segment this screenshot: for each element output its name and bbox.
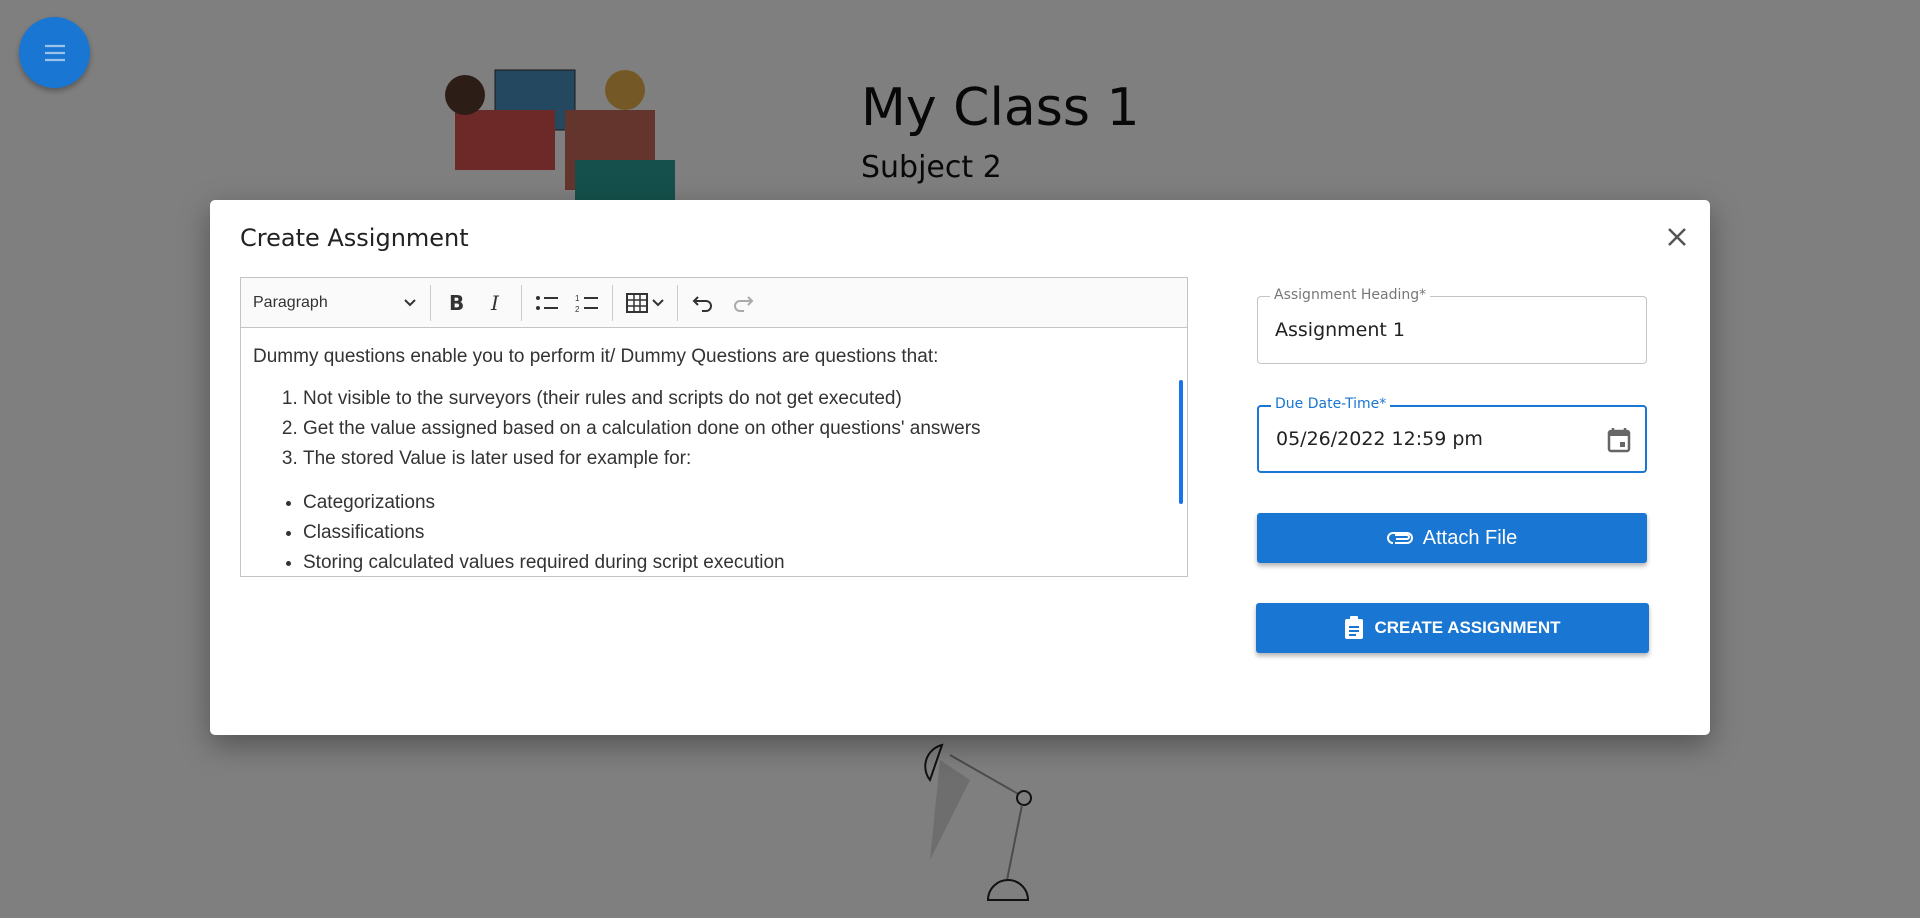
chevron-down-icon bbox=[652, 298, 664, 306]
create-assignment-label: CREATE ASSIGNMENT bbox=[1374, 618, 1561, 637]
due-date-field[interactable]: Due Date-Time* 05/26/2022 12:59 pm bbox=[1257, 396, 1647, 473]
editor-scrollbar[interactable] bbox=[1179, 380, 1183, 504]
svg-text:1: 1 bbox=[575, 294, 580, 303]
create-assignment-button[interactable]: CREATE ASSIGNMENT bbox=[1256, 603, 1649, 653]
paperclip-icon bbox=[1386, 532, 1413, 544]
menu-button[interactable] bbox=[19, 17, 90, 88]
list-item: Categorizations bbox=[303, 488, 1175, 518]
due-date-label: Due Date-Time* bbox=[1271, 396, 1391, 412]
bold-button[interactable]: B bbox=[438, 285, 474, 321]
list-item: Not visible to the surveyors (their rule… bbox=[303, 384, 1175, 414]
bulleted-list-icon bbox=[536, 295, 558, 310]
due-date-input[interactable]: 05/26/2022 12:59 pm bbox=[1276, 428, 1483, 450]
list-item: The stored Value is later used for examp… bbox=[303, 444, 1175, 474]
ordered-list: Not visible to the surveyors (their rule… bbox=[253, 384, 1175, 474]
attach-file-button[interactable]: Attach File bbox=[1257, 513, 1647, 563]
close-icon[interactable] bbox=[1662, 222, 1692, 252]
italic-button[interactable]: I bbox=[478, 285, 514, 321]
clipboard-icon bbox=[1345, 616, 1364, 639]
hamburger-icon bbox=[44, 44, 65, 61]
redo-icon bbox=[734, 295, 754, 312]
block-format-value: Paragraph bbox=[253, 293, 328, 311]
attach-file-label: Attach File bbox=[1422, 526, 1518, 549]
bold-icon: B bbox=[449, 293, 464, 313]
svg-text:I: I bbox=[490, 293, 500, 313]
bulleted-list-button[interactable] bbox=[529, 285, 565, 321]
editor-paragraph: Dummy questions enable you to perform it… bbox=[253, 346, 939, 367]
editor-toolbar: Paragraph B I 12 bbox=[241, 278, 1187, 328]
assignment-heading-input[interactable]: Assignment 1 bbox=[1275, 319, 1405, 341]
bulleted-list: Categorizations Classifications Storing … bbox=[253, 488, 1175, 576]
list-item: Classifications bbox=[303, 518, 1175, 548]
assignment-heading-field[interactable]: Assignment Heading* Assignment 1 bbox=[1257, 287, 1647, 364]
chevron-down-icon bbox=[404, 298, 416, 306]
calendar-icon[interactable] bbox=[1607, 427, 1631, 453]
block-format-dropdown[interactable]: Paragraph bbox=[253, 285, 423, 321]
undo-button[interactable] bbox=[685, 285, 721, 321]
redo-button[interactable] bbox=[725, 285, 761, 321]
list-item: Get the value assigned based on a calcul… bbox=[303, 414, 1175, 444]
italic-icon: I bbox=[490, 293, 500, 313]
numbered-list-button[interactable]: 12 bbox=[569, 285, 605, 321]
assignment-heading-label: Assignment Heading* bbox=[1270, 287, 1431, 303]
create-assignment-dialog: Create Assignment Paragraph B I 12 Dummy… bbox=[210, 200, 1710, 735]
svg-text:2: 2 bbox=[575, 305, 580, 313]
numbered-list-icon: 12 bbox=[575, 294, 598, 313]
svg-text:B: B bbox=[449, 293, 464, 313]
dialog-title: Create Assignment bbox=[240, 224, 469, 252]
insert-table-button[interactable] bbox=[620, 285, 670, 321]
editor-content[interactable]: Dummy questions enable you to perform it… bbox=[241, 328, 1187, 576]
table-icon bbox=[626, 292, 648, 313]
undo-icon bbox=[692, 295, 712, 312]
list-item: Storing calculated values required durin… bbox=[303, 548, 1175, 576]
rich-text-editor: Paragraph B I 12 Dummy questions enable … bbox=[240, 277, 1188, 577]
